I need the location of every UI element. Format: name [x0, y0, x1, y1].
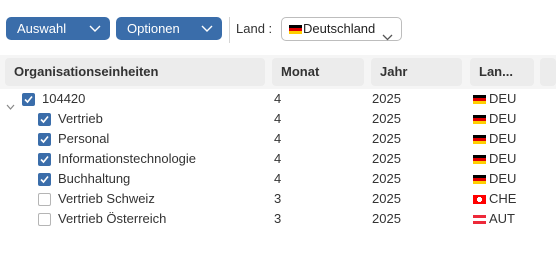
- org-unit-name: Personal: [58, 131, 110, 146]
- jahr-value: 2025: [372, 111, 401, 126]
- table-row[interactable]: 104420 4 2025 DEU: [0, 89, 556, 110]
- switzerland-flag-icon: [473, 195, 486, 204]
- auswahl-label: Auswahl: [17, 21, 67, 36]
- org-unit-name: Vertrieb Schweiz: [58, 191, 155, 206]
- row-checkbox[interactable]: [38, 133, 51, 146]
- table-row[interactable]: Vertrieb Österreich 3 2025 AUT: [0, 209, 556, 229]
- column-header-monat[interactable]: Monat: [272, 58, 364, 86]
- row-checkbox[interactable]: [38, 113, 51, 126]
- germany-flag-icon: [473, 95, 486, 104]
- germany-flag-icon: [473, 155, 486, 164]
- chevron-down-icon: [201, 17, 213, 40]
- table-header: Organisationseinheiten Monat Jahr Lan...: [0, 55, 556, 89]
- org-unit-name: Vertrieb Österreich: [58, 211, 167, 226]
- land-code: DEU: [489, 171, 517, 186]
- column-header-overflow: [540, 58, 556, 86]
- jahr-value: 2025: [372, 211, 401, 226]
- org-unit-name: Vertrieb: [58, 111, 103, 126]
- jahr-value: 2025: [372, 131, 401, 146]
- column-header-land[interactable]: Lan...: [470, 58, 534, 86]
- jahr-value: 2025: [372, 151, 401, 166]
- chevron-down-icon: [382, 26, 393, 48]
- column-header-organisationseinheiten[interactable]: Organisationseinheiten: [5, 58, 265, 86]
- row-checkbox[interactable]: [38, 173, 51, 186]
- column-header-label: Organisationseinheiten: [14, 64, 159, 79]
- table-row[interactable]: Informationstechnologie 4 2025 DEU: [0, 149, 556, 169]
- monat-value: 4: [274, 91, 282, 106]
- org-unit-name: Buchhaltung: [58, 171, 131, 186]
- germany-flag-icon: [473, 115, 486, 124]
- optionen-label: Optionen: [127, 21, 180, 36]
- land-code: DEU: [489, 111, 517, 126]
- row-checkbox[interactable]: [38, 153, 51, 166]
- jahr-value: 2025: [372, 191, 401, 206]
- germany-flag-icon: [289, 25, 302, 34]
- land-code: DEU: [489, 131, 517, 146]
- monat-value: 4: [274, 131, 282, 146]
- monat-value: 3: [274, 191, 282, 206]
- land-code: DEU: [489, 91, 517, 106]
- table-body: 104420 4 2025 DEU Vertrieb 4 2025 DEU Pe…: [0, 89, 556, 229]
- austria-flag-icon: [473, 215, 486, 224]
- column-header-jahr[interactable]: Jahr: [371, 58, 462, 86]
- land-select-value: Deutschland: [303, 21, 376, 36]
- toolbar-separator: [229, 17, 230, 43]
- column-header-label: Jahr: [380, 64, 408, 79]
- land-code: AUT: [489, 211, 515, 226]
- jahr-value: 2025: [372, 171, 401, 186]
- org-unit-name: 104420: [42, 91, 86, 106]
- land-select[interactable]: Deutschland: [281, 17, 402, 41]
- jahr-value: 2025: [372, 91, 401, 106]
- row-checkbox[interactable]: [38, 193, 51, 206]
- table-row[interactable]: Buchhaltung 4 2025 DEU: [0, 169, 556, 189]
- toolbar: Auswahl Optionen Land : Deutschland: [0, 0, 556, 52]
- monat-value: 4: [274, 111, 282, 126]
- germany-flag-icon: [473, 175, 486, 184]
- column-header-label: Monat: [281, 64, 320, 79]
- chevron-down-icon: [89, 17, 101, 40]
- germany-flag-icon: [473, 135, 486, 144]
- row-checkbox[interactable]: [22, 93, 35, 106]
- table-row[interactable]: Vertrieb Schweiz 3 2025 CHE: [0, 189, 556, 209]
- auswahl-dropdown-button[interactable]: Auswahl: [6, 17, 110, 40]
- table-row[interactable]: Vertrieb 4 2025 DEU: [0, 109, 556, 129]
- table-row[interactable]: Personal 4 2025 DEU: [0, 129, 556, 149]
- land-code: CHE: [489, 191, 517, 206]
- optionen-dropdown-button[interactable]: Optionen: [116, 17, 222, 40]
- monat-value: 3: [274, 211, 282, 226]
- org-unit-name: Informationstechnologie: [58, 151, 197, 166]
- column-header-label: Lan...: [479, 64, 513, 79]
- monat-value: 4: [274, 171, 282, 186]
- land-code: DEU: [489, 151, 517, 166]
- land-label: Land :: [236, 21, 273, 36]
- monat-value: 4: [274, 151, 282, 166]
- row-checkbox[interactable]: [38, 213, 51, 226]
